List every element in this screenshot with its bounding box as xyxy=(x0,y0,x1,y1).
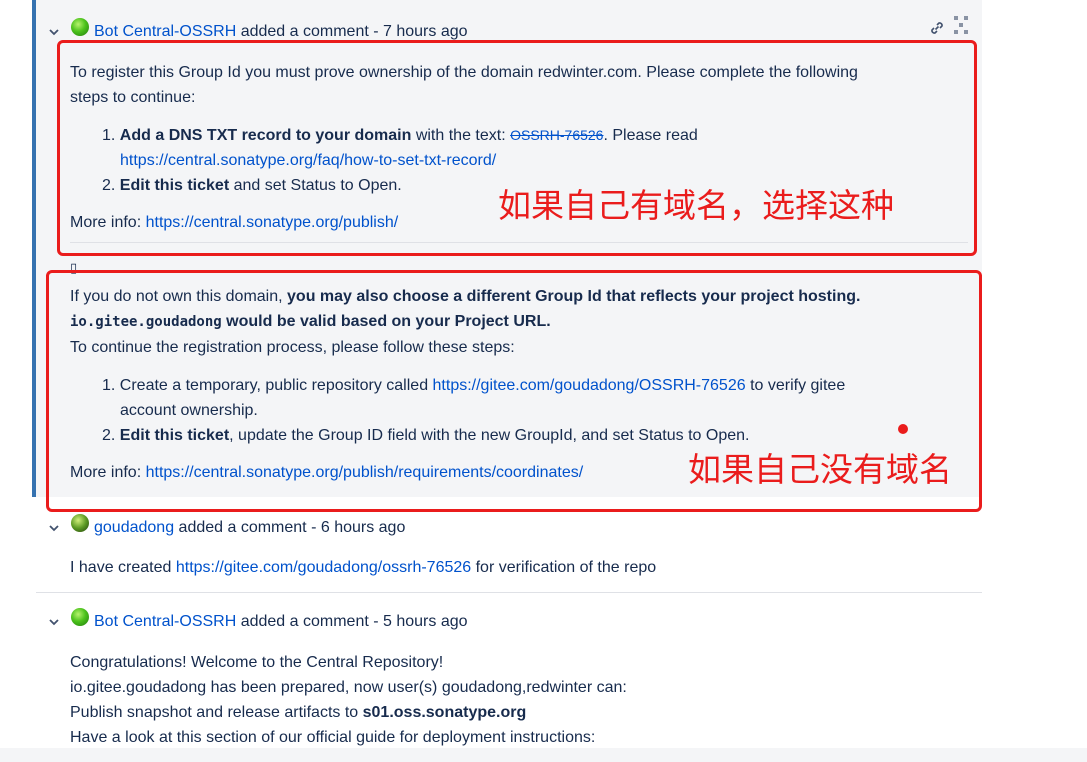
comment-author-link[interactable]: Bot Central-OSSRH xyxy=(94,23,236,40)
comment-action: added a comment - xyxy=(236,613,384,630)
annotation-no-domain: 如果自己没有域名 xyxy=(688,450,952,489)
comment3-line3-pre: Publish snapshot and release artifacts t… xyxy=(70,704,363,721)
chevron-down-icon[interactable] xyxy=(49,27,59,37)
comment-action: added a comment - xyxy=(236,23,384,40)
comment-author-link[interactable]: Bot Central-OSSRH xyxy=(94,613,236,630)
avatar xyxy=(71,608,89,626)
comment-time[interactable]: 5 hours ago xyxy=(383,613,468,630)
annotation-own-domain: 如果自己有域名，选择这种 xyxy=(498,186,894,225)
page-bottom-strip xyxy=(0,748,1087,762)
divider xyxy=(36,592,982,593)
comment-time[interactable]: 6 hours ago xyxy=(321,519,406,536)
comment2-body: I have created https://gitee.com/goudado… xyxy=(70,556,656,580)
avatar xyxy=(71,18,89,36)
comment3-line3: Publish snapshot and release artifacts t… xyxy=(70,701,526,725)
comment-header: Bot Central-OSSRH added a comment - 5 ho… xyxy=(94,611,468,633)
comment2-body-post: for verification of the repo xyxy=(471,559,657,576)
avatar xyxy=(71,514,89,532)
comment3-line4: Have a look at this section of our offic… xyxy=(70,729,596,746)
comment-author-link[interactable]: goudadong xyxy=(94,519,174,536)
comment-time[interactable]: 7 hours ago xyxy=(383,23,468,40)
link-icon[interactable] xyxy=(928,19,946,37)
focused-comment-bar xyxy=(32,0,36,497)
comment3-line1: Congratulations! Welcome to the Central … xyxy=(70,654,444,671)
annotation-dot xyxy=(898,424,908,434)
chevron-down-icon[interactable] xyxy=(49,617,59,627)
comment3-line2: io.gitee.goudadong has been prepared, no… xyxy=(70,679,627,696)
expand-icon[interactable] xyxy=(953,15,969,35)
comment-action: added a comment - xyxy=(174,519,321,536)
comment2-body-pre: I have created xyxy=(70,559,176,576)
comment-header: goudadong added a comment - 6 hours ago xyxy=(94,517,405,539)
chevron-down-icon[interactable] xyxy=(49,523,59,533)
comment3-line3-bold: s01.oss.sonatype.org xyxy=(362,704,527,721)
created-repo-link[interactable]: https://gitee.com/goudadong/ossrh-76526 xyxy=(176,559,471,576)
